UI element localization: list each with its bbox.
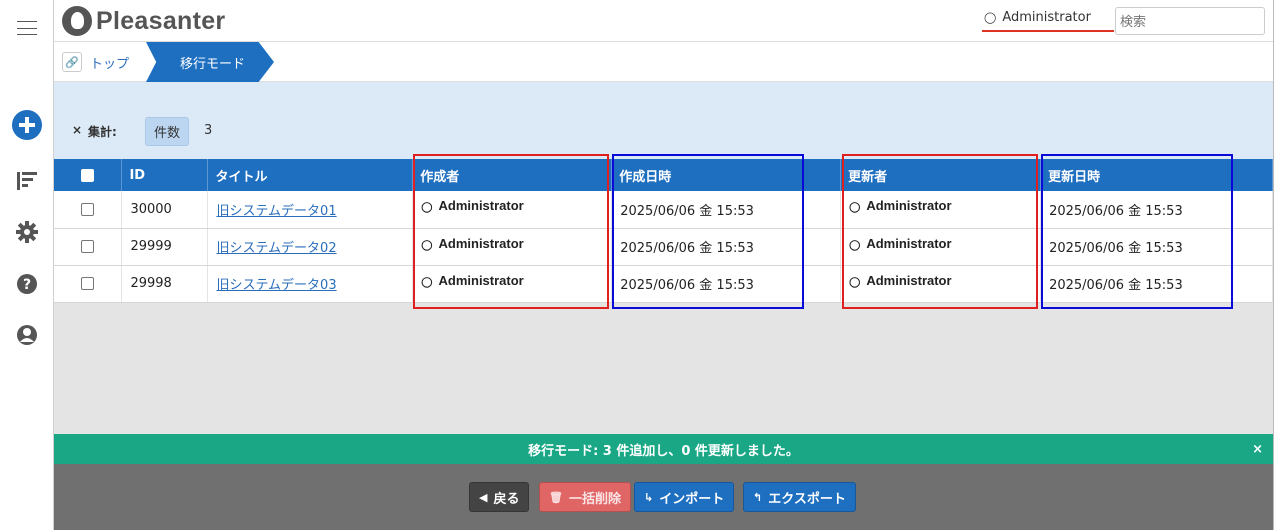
help-icon[interactable]: ?: [0, 273, 54, 295]
import-button[interactable]: ↳ インポート: [634, 482, 735, 512]
breadcrumb: 🔗 トップ 移行モード: [54, 42, 1273, 82]
cell-creator: ◯ Administrator: [412, 265, 613, 303]
bulk-delete-button-label: 一括削除: [568, 491, 621, 507]
menu-icon[interactable]: [0, 18, 54, 38]
row-checkbox[interactable]: [54, 228, 123, 266]
cell-creator: ◯ Administrator: [412, 191, 613, 229]
user-icon: ◯: [421, 276, 433, 288]
aggregation-label: 集計:: [88, 125, 117, 139]
select-all-checkbox[interactable]: [54, 159, 123, 191]
cell-updater: ◯ Administrator: [840, 191, 1042, 229]
aggregation-count: 3: [204, 123, 213, 138]
user-circle-icon[interactable]: [0, 324, 54, 346]
back-icon: ◀: [479, 490, 488, 504]
cell-updater: ◯ Administrator: [840, 265, 1042, 303]
row-checkbox[interactable]: [54, 191, 123, 229]
plus-circle-icon[interactable]: [0, 109, 54, 141]
breadcrumb-top[interactable]: トップ: [90, 53, 129, 72]
cell-title: 旧システムデータ01: [207, 191, 414, 229]
cell-title: 旧システムデータ03: [207, 265, 414, 303]
aggregation-bar: × 集計: 件数 3: [54, 82, 1273, 159]
cell-creator: ◯ Administrator: [412, 228, 613, 266]
column-header-updated[interactable]: 更新日時: [1040, 159, 1273, 191]
aggregation-chip[interactable]: 件数: [145, 117, 190, 146]
user-name: Administrator: [1002, 10, 1091, 25]
user-underline-annotation: [982, 30, 1114, 32]
cell-updated: 2025/06/06 金 15:53: [1040, 228, 1273, 266]
table-row[interactable]: 29998 旧システムデータ03 ◯ Administrator 2025/06/…: [54, 265, 1273, 303]
cell-id: 30000: [121, 191, 209, 229]
cell-created: 2025/06/06 金 15:53: [611, 228, 842, 266]
user-icon: ◯: [421, 202, 433, 214]
user-icon: ◯: [421, 239, 433, 251]
current-user[interactable]: ◯ Administrator: [982, 10, 1114, 32]
updater-name: Administrator: [866, 235, 952, 251]
cell-updater: ◯ Administrator: [840, 228, 1042, 266]
column-header-title[interactable]: タイトル: [207, 159, 414, 191]
aggregation-close-icon[interactable]: ×: [72, 123, 82, 137]
data-grid: ID タイトル 作成者 作成日時 更新者 更新日時 30000 旧システムデータ…: [54, 159, 1273, 303]
svg-text:?: ?: [23, 277, 31, 293]
user-icon: ◯: [849, 239, 861, 251]
main-content: × 集計: 件数 3 ID タイトル 作成者 作成日時 更新者 更新日時 300…: [54, 82, 1273, 434]
bulk-delete-button[interactable]: 🗑 一括削除: [539, 482, 631, 512]
creator-name: Administrator: [438, 272, 524, 288]
export-button[interactable]: ↰ エクスポート: [743, 482, 856, 512]
cell-id: 29998: [121, 265, 209, 303]
search-input[interactable]: [1115, 7, 1265, 35]
creator-name: Administrator: [438, 198, 524, 214]
creator-name: Administrator: [438, 235, 524, 251]
export-icon: ↰: [753, 490, 763, 504]
top-header: Pleasanter ◯ Administrator: [54, 0, 1273, 42]
cell-title: 旧システムデータ02: [207, 228, 414, 266]
title-link[interactable]: 旧システムデータ02: [216, 241, 336, 256]
title-link[interactable]: 旧システムデータ01: [216, 204, 336, 219]
back-button[interactable]: ◀ 戻る: [469, 482, 530, 512]
back-button-label: 戻る: [493, 491, 520, 507]
trash-icon: 🗑: [549, 490, 563, 504]
cell-created: 2025/06/06 金 15:53: [611, 191, 842, 229]
column-header-created[interactable]: 作成日時: [611, 159, 842, 191]
cell-created: 2025/06/06 金 15:53: [611, 265, 842, 303]
cell-updated: 2025/06/06 金 15:53: [1040, 191, 1273, 229]
breadcrumb-current: 移行モード: [146, 42, 274, 82]
link-icon[interactable]: 🔗: [62, 52, 82, 72]
logo-mark-icon: [62, 6, 92, 36]
export-button-label: エクスポート: [768, 491, 846, 507]
grid-header-row: ID タイトル 作成者 作成日時 更新者 更新日時: [54, 159, 1273, 191]
gear-icon[interactable]: [0, 221, 54, 243]
cell-id: 29999: [121, 228, 209, 266]
status-message: 移行モード: 3 件追加し、0 件更新しました。 ×: [54, 434, 1273, 464]
user-icon: ◯: [984, 11, 997, 24]
column-header-updater[interactable]: 更新者: [840, 159, 1042, 191]
left-rail: ?: [0, 0, 54, 530]
updater-name: Administrator: [866, 272, 952, 288]
import-icon: ↳: [644, 490, 654, 504]
app-logo[interactable]: Pleasanter: [62, 6, 225, 36]
column-header-creator[interactable]: 作成者: [412, 159, 613, 191]
column-header-id[interactable]: ID: [121, 159, 209, 191]
close-icon[interactable]: ×: [1252, 442, 1263, 457]
sort-icon[interactable]: [0, 170, 54, 192]
updater-name: Administrator: [866, 198, 952, 214]
app-name: Pleasanter: [96, 6, 226, 35]
user-icon: ◯: [849, 202, 861, 214]
row-checkbox[interactable]: [54, 265, 123, 303]
cell-updated: 2025/06/06 金 15:53: [1040, 265, 1273, 303]
user-icon: ◯: [849, 276, 861, 288]
status-message-text: 移行モード: 3 件追加し、0 件更新しました。: [528, 443, 799, 459]
table-row[interactable]: 29999 旧システムデータ02 ◯ Administrator 2025/06/…: [54, 228, 1273, 266]
title-link[interactable]: 旧システムデータ03: [216, 278, 336, 293]
table-row[interactable]: 30000 旧システムデータ01 ◯ Administrator 2025/06/…: [54, 191, 1273, 229]
command-bar: ◀ 戻る 🗑 一括削除 ↳ インポート ↰ エクスポート: [54, 464, 1273, 530]
import-button-label: インポート: [659, 491, 725, 507]
